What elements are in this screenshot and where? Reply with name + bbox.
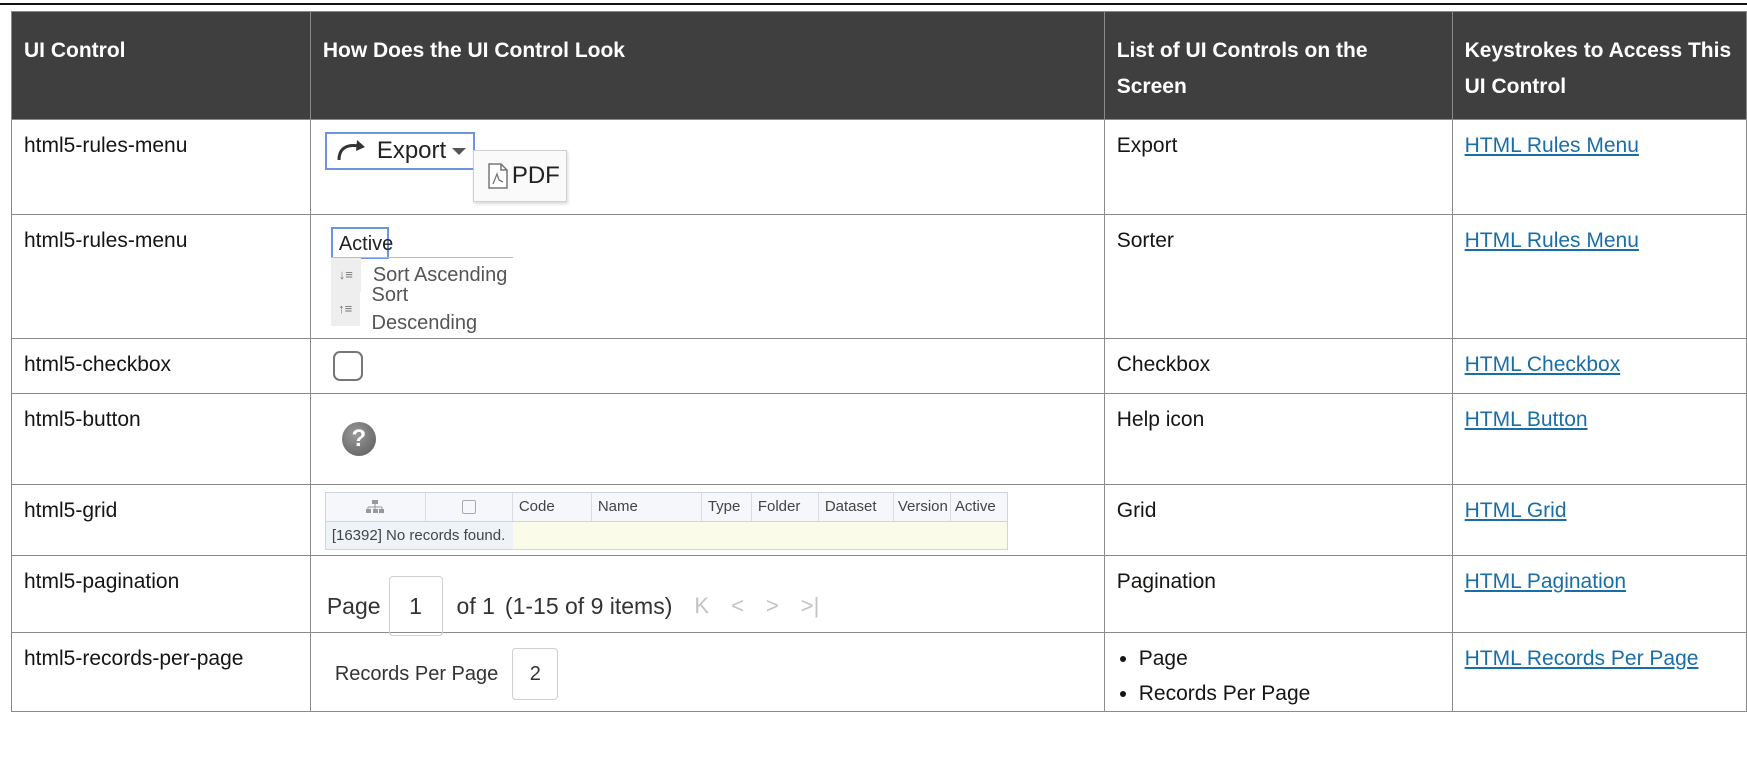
look-cell: Export ⁝ PDF: [309, 119, 1105, 215]
grid-column-header[interactable]: Folder: [752, 493, 819, 521]
look-cell: Page 1 of 1 (1-15 of 9 items) K < > >|: [309, 555, 1105, 636]
table-row: html5-records-per-page Records Per Page …: [11, 632, 1747, 712]
sample-records-per-page: Records Per Page 2: [334, 648, 559, 700]
control-name: html5-rules-menu: [11, 119, 311, 215]
look-cell: Active ↓≡ Sort Ascending ↑≡ Sort Descend…: [309, 214, 1105, 339]
keystroke-cell: HTML Rules Menu: [1451, 119, 1747, 215]
control-list-bullets: Page Records Per Page: [1117, 641, 1440, 711]
export-label: Export: [376, 137, 447, 164]
previous-page-icon[interactable]: <: [731, 592, 744, 620]
page-label: Page: [326, 593, 381, 619]
control-list: Sorter: [1103, 214, 1453, 339]
header-list: List of UI Controls on the Screen: [1103, 11, 1453, 120]
sort-menu: ↓≡ Sort Ascending ↑≡ Sort Descending: [330, 257, 513, 334]
sort-descending-label: Sort Descending: [371, 284, 478, 334]
last-page-icon[interactable]: >|: [801, 592, 820, 620]
sort-field[interactable]: Active: [330, 227, 393, 259]
control-name: html5-rules-menu: [11, 214, 311, 339]
list-item: Records Per Page: [1139, 676, 1440, 711]
grid-column-header[interactable]: Active: [951, 493, 1005, 521]
control-list: Export: [1103, 119, 1453, 215]
records-per-page-label: Records Per Page: [334, 663, 499, 685]
top-rule: [0, 3, 1747, 5]
header-look: How Does the UI Control Look: [309, 11, 1105, 120]
control-name: html5-grid: [11, 484, 311, 556]
keystroke-cell: HTML Records Per Page: [1451, 632, 1747, 712]
records-per-page-input[interactable]: 2: [512, 648, 559, 700]
keystroke-cell: HTML Grid: [1451, 484, 1747, 556]
page-of-label: of 1: [456, 593, 495, 619]
control-name: html5-pagination: [11, 555, 311, 633]
table-row: html5-rules-menu Export ⁝: [11, 119, 1747, 215]
control-name: html5-records-per-page: [11, 632, 311, 712]
link-html-rules-menu[interactable]: HTML Rules Menu: [1465, 134, 1639, 157]
control-name: html5-checkbox: [11, 338, 311, 394]
grid-column-header[interactable]: Code: [513, 493, 592, 521]
grid-header: Code Name Type Folder Dataset Version Ac…: [325, 493, 1007, 522]
link-html-rules-menu[interactable]: HTML Rules Menu: [1465, 229, 1639, 252]
menu-item-sort-descending[interactable]: ↑≡ Sort Descending: [330, 284, 513, 334]
hierarchy-icon[interactable]: [326, 493, 426, 521]
link-html-pagination[interactable]: HTML Pagination: [1465, 570, 1626, 593]
ui-controls-table: UI Control How Does the UI Control Look …: [11, 11, 1747, 712]
control-list: Page Records Per Page: [1103, 632, 1453, 712]
sample-pagination: Page 1 of 1 (1-15 of 9 items) K < > >|: [326, 576, 820, 636]
table-row: html5-checkbox Checkbox HTML Checkbox: [11, 338, 1747, 394]
keystroke-cell: HTML Rules Menu: [1451, 214, 1747, 339]
page-range-label: (1-15 of 9 items): [504, 593, 673, 619]
grid-column-header[interactable]: Dataset: [819, 493, 894, 521]
look-cell: [309, 338, 1105, 394]
sample-checkbox[interactable]: [332, 351, 363, 381]
next-page-icon[interactable]: >: [766, 592, 779, 620]
grid-select-all-checkbox[interactable]: [426, 493, 513, 521]
keystroke-cell: HTML Pagination: [1451, 555, 1747, 633]
link-html-records-per-page[interactable]: HTML Records Per Page: [1465, 647, 1699, 670]
grid-column-header[interactable]: Type: [702, 493, 752, 521]
pdf-icon: [488, 163, 508, 189]
sort-ascending-icon: ↓≡: [330, 258, 361, 292]
grid-column-header[interactable]: Version: [894, 493, 951, 521]
link-html-checkbox[interactable]: HTML Checkbox: [1465, 353, 1621, 376]
keystroke-cell: HTML Checkbox: [1451, 338, 1747, 394]
control-list: Checkbox: [1103, 338, 1453, 394]
keystroke-cell: HTML Button: [1451, 393, 1747, 485]
export-arrow-icon: [337, 140, 365, 161]
grid-empty-message: [16392] No records found.: [325, 522, 514, 549]
table-row: html5-grid Code Name Type Folder Dataset…: [11, 484, 1747, 556]
look-cell: ?: [309, 393, 1105, 485]
header-keystrokes: Keystrokes to Access This UI Control: [1451, 11, 1747, 120]
table-row: html5-pagination Page 1 of 1 (1-15 of 9 …: [11, 555, 1747, 636]
page-input[interactable]: 1: [388, 576, 443, 636]
chevron-down-icon: [452, 147, 467, 155]
control-list: Help icon: [1103, 393, 1453, 485]
sort-descending-icon: ↑≡: [330, 292, 360, 326]
link-html-grid[interactable]: HTML Grid: [1465, 499, 1567, 522]
control-name: html5-button: [11, 393, 311, 485]
sample-grid: Code Name Type Folder Dataset Version Ac…: [324, 492, 1008, 550]
header-row: UI Control How Does the UI Control Look …: [11, 11, 1747, 120]
look-cell: Code Name Type Folder Dataset Version Ac…: [309, 484, 1105, 556]
table-row: html5-rules-menu Active ↓≡ Sort Ascendin…: [11, 214, 1747, 339]
control-list: Pagination: [1103, 555, 1453, 633]
pdf-label: PDF: [511, 162, 560, 189]
control-list: Grid: [1103, 484, 1453, 556]
first-page-icon[interactable]: K: [694, 592, 709, 620]
list-item: Page: [1139, 641, 1440, 676]
header-ui-control: UI Control: [11, 11, 311, 120]
grid-column-header[interactable]: Name: [592, 493, 702, 521]
export-button[interactable]: Export: [324, 132, 475, 170]
table-row: html5-button ? Help icon HTML Button: [11, 393, 1747, 485]
help-icon[interactable]: ?: [341, 422, 376, 456]
grid-empty-row: [16392] No records found.: [325, 522, 1007, 549]
look-cell: Records Per Page 2: [309, 632, 1105, 712]
link-html-button[interactable]: HTML Button: [1465, 408, 1588, 431]
menu-item-pdf[interactable]: PDF: [472, 150, 567, 202]
